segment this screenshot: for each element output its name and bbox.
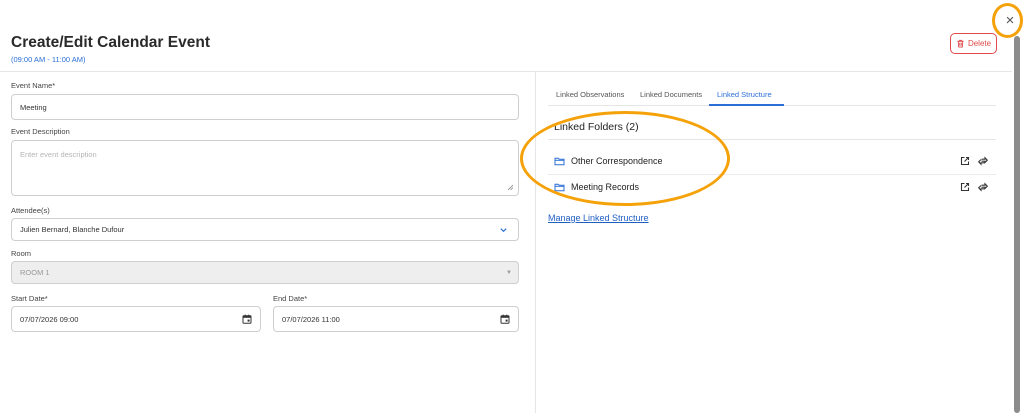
page-title: Create/Edit Calendar Event <box>11 34 210 51</box>
close-button[interactable]: × <box>1001 12 1019 30</box>
tab-linked-structure[interactable]: Linked Structure <box>717 90 772 99</box>
linked-folder-item[interactable]: Other Correspondence <box>554 153 663 169</box>
open-external-icon[interactable] <box>960 182 970 192</box>
linked-folders-heading: Linked Folders (2) <box>554 121 639 133</box>
folder-icon <box>554 183 565 192</box>
room-value: ROOM 1 <box>20 268 50 277</box>
header-divider <box>0 71 1012 72</box>
delete-button[interactable]: Delete <box>950 33 997 54</box>
calendar-icon[interactable] <box>242 314 252 324</box>
room-label: Room <box>11 249 32 258</box>
chevron-down-icon <box>500 227 507 232</box>
caret-down-icon: ▼ <box>506 269 512 276</box>
unlink-icon[interactable] <box>978 182 988 192</box>
unlink-icon[interactable] <box>978 156 988 166</box>
linked-folder-item[interactable]: Meeting Records <box>554 179 639 195</box>
tab-linked-documents[interactable]: Linked Documents <box>640 90 702 99</box>
resize-handle-icon[interactable] <box>507 184 513 190</box>
end-date-value: 07/07/2026 11:00 <box>282 314 340 324</box>
folder-actions <box>960 182 988 192</box>
event-description-label: Event Description <box>11 127 70 136</box>
folder-name: Meeting Records <box>571 182 640 192</box>
start-date-value: 07/07/2026 09:00 <box>20 314 79 324</box>
scrollbar[interactable] <box>1014 36 1020 413</box>
panel-divider <box>535 72 536 413</box>
start-date-label: Start Date* <box>11 294 48 303</box>
event-name-value: Meeting <box>20 102 47 112</box>
attendees-select[interactable]: Julien Bernard, Blanche Dufour <box>11 218 519 241</box>
event-description-placeholder: Enter event description <box>20 150 97 159</box>
open-external-icon[interactable] <box>960 156 970 166</box>
event-name-input[interactable]: Meeting <box>11 94 519 120</box>
header: Create/Edit Calendar Event (09:00 AM - 1… <box>11 34 210 64</box>
room-select: ROOM 1 ▼ <box>11 261 519 284</box>
trash-icon <box>957 39 964 48</box>
linked-folders-divider <box>548 139 996 140</box>
row-divider <box>548 174 996 175</box>
manage-linked-structure-link[interactable]: Manage Linked Structure <box>548 213 649 223</box>
end-date-label: End Date* <box>273 294 308 303</box>
folder-name: Other Correspondence <box>571 156 663 166</box>
end-date-input[interactable]: 07/07/2026 11:00 <box>273 306 519 332</box>
tab-linked-observations[interactable]: Linked Observations <box>556 90 624 99</box>
delete-label: Delete <box>967 39 992 48</box>
attendees-label: Attendee(s) <box>11 206 50 215</box>
time-range: (09:00 AM - 11:00 AM) <box>11 55 86 64</box>
event-name-label: Event Name* <box>11 81 56 90</box>
folder-actions <box>960 156 988 166</box>
calendar-icon[interactable] <box>500 314 510 324</box>
attendees-value: Julien Bernard, Blanche Dufour <box>20 225 125 234</box>
active-tab-indicator <box>709 104 784 106</box>
event-description-textarea[interactable]: Enter event description <box>11 140 519 196</box>
start-date-input[interactable]: 07/07/2026 09:00 <box>11 306 261 332</box>
folder-icon <box>554 157 565 166</box>
